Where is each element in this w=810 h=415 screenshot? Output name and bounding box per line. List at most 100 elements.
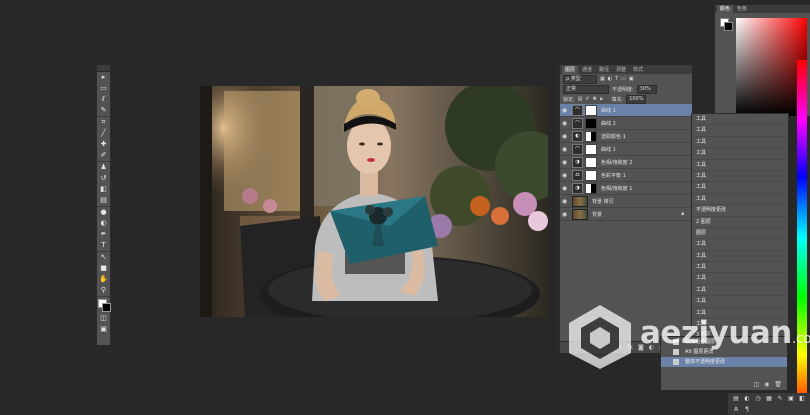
layer-row[interactable]: ◉ 背景 🔒︎ (560, 208, 692, 221)
dodge-icon[interactable]: ◐ (97, 218, 110, 229)
visibility-eye-icon[interactable]: ◉ (560, 107, 569, 114)
dock-icon-1[interactable]: ▤ (732, 395, 740, 402)
layer-filter-select[interactable]: ρ 类型 (563, 74, 597, 84)
dock-icon-5[interactable]: ✎ (776, 395, 784, 402)
dock-icon-6[interactable]: ▣ (787, 395, 795, 402)
lock-transparent-icon[interactable]: ▤ (578, 96, 583, 102)
history-state[interactable]: 2 图层 (692, 217, 788, 228)
layer-mask-thumbnail[interactable] (585, 156, 597, 168)
history-state[interactable]: 工具 (692, 239, 788, 251)
color-swatches[interactable] (97, 297, 111, 313)
history-state[interactable]: 工具 (692, 251, 788, 263)
eraser-icon[interactable]: ◧ (97, 184, 110, 195)
color-tab-0[interactable]: 颜色 (717, 5, 734, 13)
layer-mask-thumbnail[interactable] (585, 104, 597, 116)
layer-row[interactable]: ◉ ◑ 色相/饱和度 2 (560, 156, 692, 169)
layers-tab-1[interactable]: 通道 (579, 66, 595, 74)
brush-icon[interactable]: ✐ (97, 150, 110, 162)
lock-all-icon[interactable]: 🔒︎ (600, 96, 603, 102)
layer-mask-thumbnail[interactable] (585, 143, 597, 155)
new-document-from-state-icon[interactable]: ◫ (753, 381, 759, 388)
gradient-icon[interactable]: ▤ (97, 195, 110, 207)
filter-adjust-icon[interactable]: ◐ (608, 76, 612, 82)
visibility-eye-icon[interactable]: ◉ (560, 146, 569, 153)
history-state[interactable]: 工具 (692, 114, 788, 126)
layer-row[interactable]: ◉ ⌒ 曲线 2 (560, 117, 692, 130)
layer-row[interactable]: ◉ ⚖ 色彩平衡 1 (560, 169, 692, 182)
history-state[interactable]: 工具 (692, 171, 788, 183)
layer-mask-thumbnail[interactable] (585, 130, 597, 142)
stamp-icon[interactable]: ♟ (97, 162, 110, 173)
history-state[interactable]: 工具 (692, 125, 788, 137)
zoom-icon[interactable]: ⚲ (97, 285, 110, 297)
blur-icon[interactable]: ● (97, 207, 110, 218)
layer-mask-thumbnail[interactable] (585, 169, 597, 181)
background-color-swatch[interactable] (102, 303, 111, 312)
move-icon[interactable]: ▸ (97, 72, 110, 83)
layer-row[interactable]: ◉ ◐ 选取颜色 1 (560, 130, 692, 143)
marquee-icon[interactable]: ▭ (97, 83, 110, 94)
quick-select-icon[interactable]: ✎ (97, 105, 110, 117)
visibility-eye-icon[interactable]: ◉ (560, 185, 569, 192)
history-state[interactable]: 工具 (692, 273, 788, 285)
filter-shape-icon[interactable]: ▭ (621, 76, 626, 82)
layer-row[interactable]: ◉ 背景 拷贝 (560, 195, 692, 208)
history-state[interactable]: 工具 (692, 148, 788, 160)
shape-icon[interactable]: ■ (97, 263, 110, 274)
dock-icon-9[interactable]: ¶ (743, 406, 751, 413)
filter-pixel-icon[interactable]: ▦ (600, 76, 605, 82)
visibility-eye-icon[interactable]: ◉ (560, 133, 569, 140)
hand-icon[interactable]: ✋ (97, 274, 110, 285)
color-panel-background-swatch[interactable] (724, 22, 733, 31)
history-state[interactable]: 工具 (692, 285, 788, 297)
path-select-icon[interactable]: ↖ (97, 252, 110, 263)
screen-mode-icon[interactable]: ▣ (97, 324, 110, 335)
layers-tab-3[interactable]: 调整 (613, 66, 629, 74)
lock-move-icon[interactable]: ✥ (593, 96, 597, 102)
layers-tab-4[interactable]: 样式 (630, 66, 646, 74)
quick-mask-icon[interactable]: ◫ (97, 313, 110, 324)
layers-tab-2[interactable]: 路径 (596, 66, 612, 74)
visibility-eye-icon[interactable]: ◉ (560, 211, 569, 218)
visibility-eye-icon[interactable]: ◉ (560, 159, 569, 166)
crop-icon[interactable]: ⌗ (97, 117, 110, 128)
history-brush-icon[interactable]: ↺ (97, 173, 110, 184)
type-icon[interactable]: T (97, 240, 110, 252)
dock-icon-8[interactable]: A (732, 406, 740, 413)
pen-icon[interactable]: ✒ (97, 229, 110, 240)
blend-mode-select[interactable]: 正常 (563, 84, 609, 94)
visibility-eye-icon[interactable]: ◉ (560, 120, 569, 127)
visibility-eye-icon[interactable]: ◉ (560, 172, 569, 179)
delete-state-icon[interactable]: 🗑︎ (774, 381, 782, 388)
lasso-icon[interactable]: ℓ (97, 94, 110, 105)
history-state[interactable]: 工具 (692, 160, 788, 171)
history-state[interactable]: 不透明度更改 (692, 205, 788, 217)
dock-icon-7[interactable]: ◧ (798, 395, 806, 402)
layer-row[interactable]: ◉ ⌒ 曲线 1 (560, 104, 692, 117)
fill-field[interactable]: 100% (626, 94, 647, 104)
history-state[interactable]: 工具 (692, 182, 788, 194)
history-state[interactable]: 工具 (692, 262, 788, 274)
lock-brush-icon[interactable]: ✐ (585, 96, 589, 102)
filter-smart-icon[interactable]: ▣ (629, 76, 634, 82)
layer-mask-thumbnail[interactable] (585, 182, 597, 194)
layers-tab-0[interactable]: 图层 (562, 66, 579, 74)
visibility-eye-icon[interactable]: ◉ (560, 198, 569, 205)
tools-panel-grip[interactable] (97, 65, 110, 72)
layer-row[interactable]: ◉ ⌒ 曲线 1 (560, 143, 692, 156)
layer-row[interactable]: ◉ ◑ 色相/饱和度 1 (560, 182, 692, 195)
dock-icon-4[interactable]: ▦ (765, 395, 773, 402)
history-state[interactable]: 工具 (692, 194, 788, 206)
filter-type-icon[interactable]: T (615, 76, 618, 82)
opacity-field[interactable]: 30% (636, 84, 657, 94)
layer-mask-thumbnail[interactable] (585, 117, 597, 129)
history-state[interactable]: 图层 (692, 228, 788, 240)
color-tab-1[interactable]: 色板 (734, 5, 750, 13)
dock-icon-2[interactable]: ◐ (743, 395, 751, 402)
dock-icon-3[interactable]: ◷ (754, 395, 762, 402)
healing-icon[interactable]: ✚ (97, 139, 110, 150)
eyedropper-icon[interactable]: ╱ (97, 128, 110, 139)
snapshot-icon[interactable]: ◉ (764, 381, 769, 388)
document-canvas[interactable] (200, 86, 548, 317)
history-state[interactable]: 工具 (692, 137, 788, 149)
